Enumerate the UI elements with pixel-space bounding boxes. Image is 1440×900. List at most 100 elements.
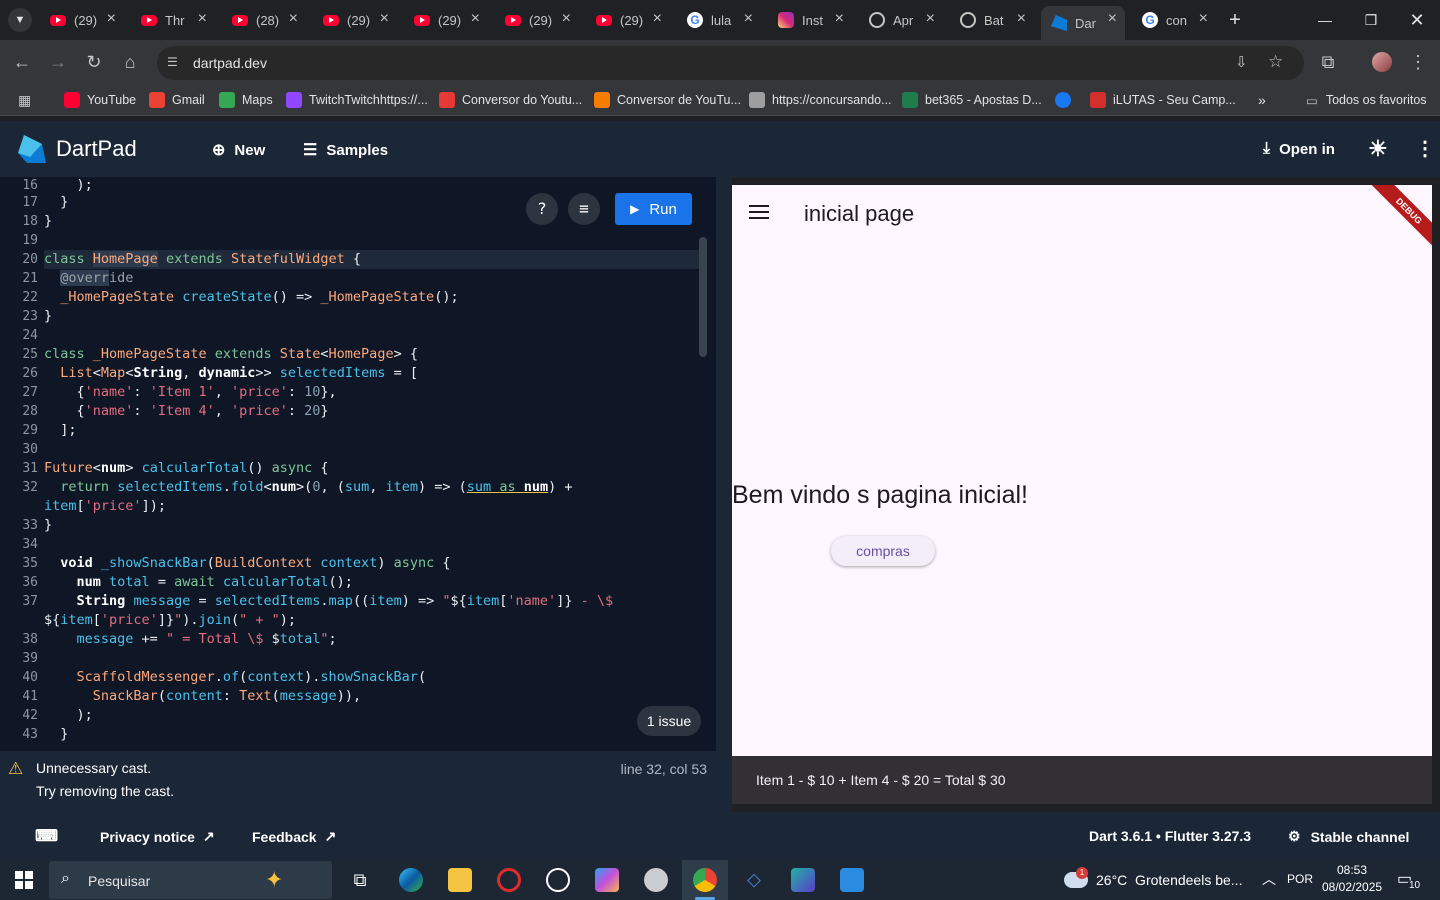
browser-tab[interactable]: (28) × xyxy=(222,6,306,34)
tab-close-icon[interactable]: × xyxy=(1199,11,1208,27)
file-explorer-icon[interactable] xyxy=(448,868,472,892)
address-bar[interactable]: ☰ dartpad.dev ⇩ ☆ xyxy=(157,46,1304,80)
tab-close-icon[interactable]: × xyxy=(1108,11,1117,27)
browser-tab[interactable]: Gcon × xyxy=(1132,6,1216,34)
more-options-icon[interactable]: ⋮ xyxy=(1415,136,1435,161)
language-indicator[interactable]: POR xyxy=(1287,872,1313,886)
tab-close-icon[interactable]: × xyxy=(107,11,116,27)
code-line: @override xyxy=(60,270,134,286)
menu-icon[interactable] xyxy=(749,205,769,223)
theme-toggle-icon[interactable]: ☀ xyxy=(1368,136,1388,162)
close-window-button[interactable]: ✕ xyxy=(1394,0,1440,40)
run-button[interactable]: ▶ Run xyxy=(615,193,692,225)
security-app-icon[interactable] xyxy=(791,868,815,892)
browser-tab[interactable]: (29) × xyxy=(40,6,124,34)
code-editor[interactable]: 16 17 18 19 20 21 22 23 24 25 26 27 28 29 30 31 32 33 34 35… xyxy=(0,177,716,751)
windows-start-icon[interactable] xyxy=(15,871,33,889)
profile-avatar[interactable] xyxy=(1372,52,1392,72)
bookmark-item[interactable]: Conversor de YouTu... xyxy=(594,92,741,108)
tab-close-icon[interactable]: × xyxy=(1017,11,1026,27)
weather-text[interactable]: 26°C Grotendeels be... xyxy=(1096,872,1242,888)
taskbar-search[interactable]: ⌕ Pesquisar ✦ xyxy=(49,861,332,899)
bookmark-item[interactable]: iLUTAS - Seu Camp... xyxy=(1090,92,1236,108)
browser-tab[interactable]: Inst × xyxy=(768,6,852,34)
chrome-icon[interactable] xyxy=(693,868,717,892)
feedback-link[interactable]: Feedback ↗ xyxy=(252,828,336,845)
bookmark-star-icon[interactable]: ☆ xyxy=(1268,52,1283,72)
code-line: } xyxy=(44,194,69,210)
tab-title: Thr xyxy=(165,12,185,28)
browser-tab[interactable]: Bat × xyxy=(950,6,1034,34)
browser-tab[interactable]: (29) × xyxy=(313,6,397,34)
samples-button[interactable]: ☰ Samples xyxy=(303,140,388,160)
format-button[interactable]: ≡ xyxy=(568,193,600,225)
tab-search-button[interactable]: ▼ xyxy=(8,8,32,32)
tab-close-icon[interactable]: × xyxy=(835,11,844,27)
split-divider[interactable] xyxy=(716,177,732,812)
code-line: String message = selectedItems.map((item… xyxy=(76,593,614,609)
tab-close-icon[interactable]: × xyxy=(653,11,662,27)
problem-location[interactable]: line 32, col 53 xyxy=(621,761,707,777)
steam-icon[interactable] xyxy=(644,868,668,892)
bookmark-item[interactable]: Conversor do Youtu... xyxy=(439,92,582,108)
browser-tab[interactable]: Dar × xyxy=(1041,6,1125,40)
restore-window-button[interactable]: ❐ xyxy=(1348,0,1394,40)
photos-icon[interactable] xyxy=(840,868,864,892)
browser-tab[interactable]: Glula × xyxy=(677,6,761,34)
line-number: 17 xyxy=(22,195,38,210)
reload-button[interactable]: ↻ xyxy=(82,50,106,74)
forward-button[interactable]: → xyxy=(46,50,70,74)
tab-title: lula xyxy=(711,12,732,28)
system-clock[interactable]: 08:53 08/02/2025 xyxy=(1322,863,1382,894)
tab-close-icon[interactable]: × xyxy=(380,11,389,27)
compras-button[interactable]: compras xyxy=(831,536,935,566)
bookmark-item[interactable]: bet365 - Apostas D... xyxy=(902,92,1042,108)
help-button[interactable]: ? xyxy=(526,193,558,225)
new-button[interactable]: ⊕ New xyxy=(212,140,265,160)
task-view-icon[interactable]: ⧉ xyxy=(348,868,372,892)
browser-tab[interactable]: (29) × xyxy=(586,6,670,34)
browser-tab[interactable]: (29) × xyxy=(495,6,579,34)
edge-icon[interactable] xyxy=(399,868,423,892)
tab-close-icon[interactable]: × xyxy=(289,11,298,27)
keyboard-icon[interactable]: ⌨ xyxy=(35,826,58,846)
browser-tab[interactable]: Apr × xyxy=(859,6,943,34)
bookmark-item[interactable]: YouTube xyxy=(64,92,136,108)
code-line: List<Map<String, dynamic>> selectedItems… xyxy=(60,365,418,381)
tab-close-icon[interactable]: × xyxy=(471,11,480,27)
tab-close-icon[interactable]: × xyxy=(562,11,571,27)
chrome-menu-icon[interactable]: ⋮ xyxy=(1406,50,1430,74)
extensions-icon[interactable]: ⧉ xyxy=(1316,50,1340,74)
issues-chip[interactable]: 1 issue xyxy=(637,706,701,736)
open-in-button[interactable]: ⤓ Open in xyxy=(1263,140,1335,158)
bookmark-item[interactable]: Gmail xyxy=(149,92,205,108)
minimize-window-button[interactable]: — xyxy=(1302,0,1348,40)
tab-close-icon[interactable]: × xyxy=(744,11,753,27)
bookmark-item[interactable]: TwitchTwitchhttps://... xyxy=(286,92,428,108)
opera-icon[interactable] xyxy=(497,868,521,892)
bookmark-label: Conversor do Youtu... xyxy=(462,93,583,107)
tab-close-icon[interactable]: × xyxy=(198,11,207,27)
copilot-icon[interactable] xyxy=(595,868,619,892)
back-button[interactable]: ← xyxy=(10,50,34,74)
tab-close-icon[interactable]: × xyxy=(926,11,935,27)
bookmark-item[interactable]: https://concursando... xyxy=(749,92,892,108)
browser-tab[interactable]: (29) × xyxy=(404,6,488,34)
browser-tab[interactable]: Thr × xyxy=(131,6,215,34)
home-button[interactable]: ⌂ xyxy=(118,50,142,74)
apps-grid-icon[interactable]: ▦ xyxy=(18,92,34,108)
bookmark-item[interactable]: Maps xyxy=(219,92,273,108)
media-player-icon[interactable] xyxy=(546,868,570,892)
tray-overflow-icon[interactable]: ︿ xyxy=(1262,869,1276,889)
bookmark-item[interactable] xyxy=(1055,92,1078,108)
more-bookmarks-button[interactable]: » xyxy=(1258,92,1266,108)
new-tab-button[interactable]: + xyxy=(1224,8,1246,32)
line-number: 22 xyxy=(22,290,38,305)
vpn-icon[interactable]: ⬦ xyxy=(742,868,766,892)
privacy-notice-link[interactable]: Privacy notice ↗ xyxy=(100,828,215,845)
editor-scrollbar[interactable] xyxy=(699,237,707,357)
install-app-icon[interactable]: ⇩ xyxy=(1235,53,1248,71)
site-info-icon[interactable]: ☰ xyxy=(167,55,183,71)
channel-selector[interactable]: ⚙ Stable channel xyxy=(1288,828,1409,845)
all-bookmarks-folder[interactable]: ▭ Todos os favoritos xyxy=(1306,92,1427,108)
